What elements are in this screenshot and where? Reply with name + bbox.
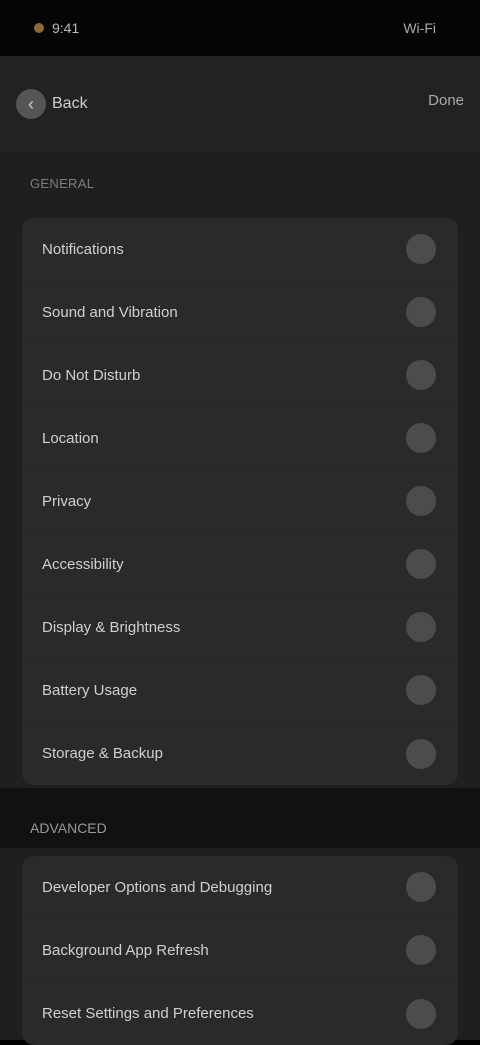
row-label: Do Not Disturb [42,366,141,384]
done-button[interactable]: Done [428,92,464,109]
toggle-circle-icon[interactable] [406,297,436,327]
settings-row[interactable]: Do Not Disturb [22,344,458,407]
row-label: Location [42,429,99,447]
settings-row[interactable]: Reset Settings and Preferences [22,982,458,1045]
settings-row[interactable]: Developer Options and Debugging [22,856,458,919]
toggle-circle-icon[interactable] [406,234,436,264]
toggle-circle-icon[interactable] [406,549,436,579]
row-label: Storage & Backup [42,745,163,762]
section-title-general: GENERAL [30,176,95,191]
settings-row[interactable]: Notifications [22,218,458,281]
toggle-circle-icon[interactable] [406,738,436,769]
settings-row[interactable]: Display & Brightness [22,596,458,659]
section-title-advanced: ADVANCED [30,820,107,836]
row-label: Background App Refresh [42,941,209,959]
settings-row[interactable]: Background App Refresh [22,919,458,982]
status-wifi-label: Wi-Fi [403,20,436,36]
toggle-circle-icon[interactable] [406,360,436,390]
row-label: Developer Options and Debugging [42,878,273,896]
settings-row[interactable]: Privacy [22,470,458,533]
settings-row[interactable]: Location [22,407,458,470]
settings-row[interactable]: Sound and Vibration [22,281,458,344]
status-time-area: 9:41 [34,20,79,36]
settings-row[interactable]: Battery Usage [22,659,458,722]
toggle-circle-icon[interactable] [406,935,436,965]
chevron-left-icon: ‹ [16,89,46,119]
row-label: Privacy [42,492,92,510]
toggle-circle-icon[interactable] [406,675,436,705]
section-divider [0,788,480,848]
status-time: 9:41 [52,20,80,36]
row-label: Battery Usage [42,681,138,699]
settings-group-advanced: Developer Options and Debugging Backgrou… [22,856,458,1045]
settings-screen: ‹ Back Done GENERAL Notifications Sound … [0,56,480,1045]
settings-row[interactable]: Storage & Backup [22,722,458,785]
status-bar: 9:41 Wi-Fi [0,0,480,56]
row-label: Sound and Vibration [42,303,178,321]
toggle-circle-icon[interactable] [406,486,436,516]
row-label: Notifications [42,240,124,258]
navigation-bar: ‹ Back Done [0,56,480,152]
row-label: Accessibility [42,555,124,573]
toggle-circle-icon[interactable] [406,872,436,902]
settings-group-general: Notifications Sound and Vibration Do Not… [22,218,458,785]
row-label: Display & Brightness [42,618,181,636]
toggle-circle-icon[interactable] [406,423,436,453]
toggle-circle-icon[interactable] [406,612,436,642]
back-button[interactable]: ‹ Back [16,86,88,122]
status-indicator-dot [34,23,44,33]
settings-row[interactable]: Accessibility [22,533,458,596]
toggle-circle-icon[interactable] [406,998,436,1029]
back-label: Back [52,95,88,112]
row-label: Reset Settings and Preferences [42,1005,254,1022]
